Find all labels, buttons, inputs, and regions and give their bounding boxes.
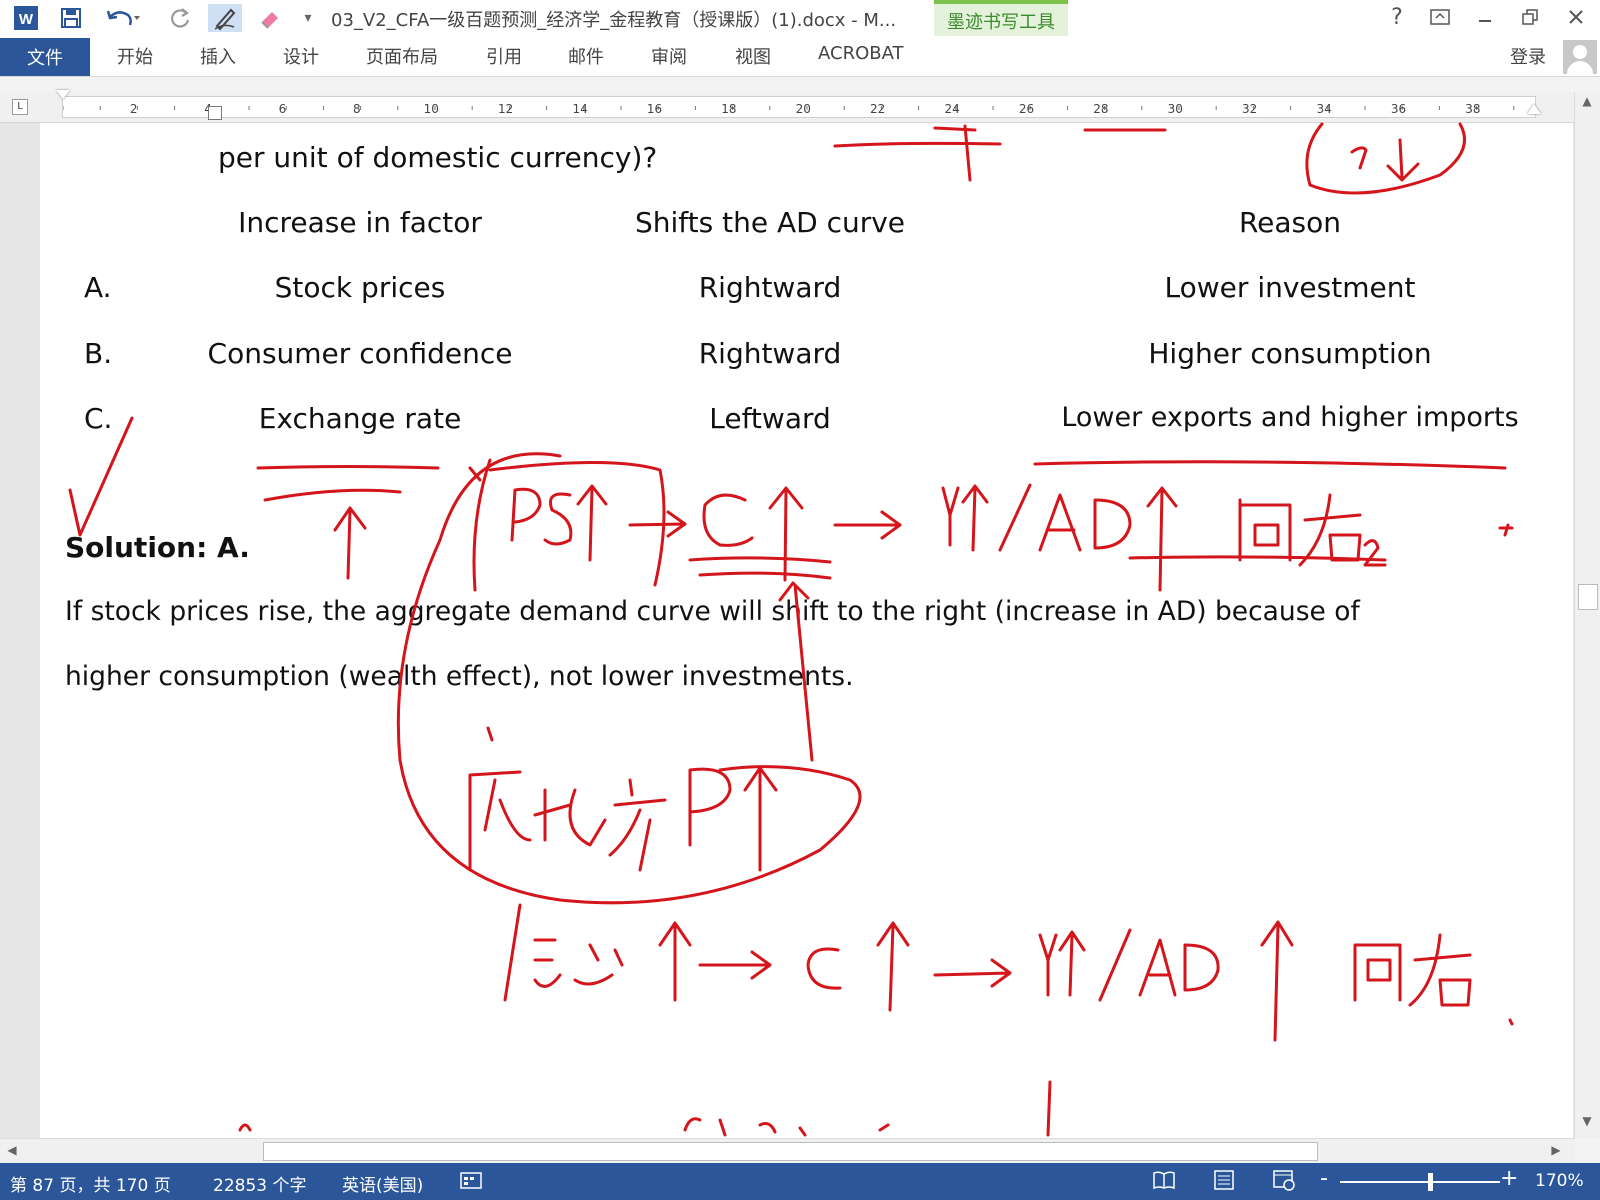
option-a-shift: Rightward <box>698 271 842 304</box>
zoom-level[interactable]: 170% <box>1535 1171 1584 1191</box>
ribbon-display-options-icon[interactable] <box>1420 2 1460 32</box>
minimize-icon[interactable] <box>1465 2 1505 32</box>
tab-references[interactable]: 引用 <box>486 43 522 69</box>
restore-icon[interactable] <box>1510 2 1550 32</box>
title-bar: W ▾ 03_V2_CFA一级百题预测_经济学_金程教育（授课版）(1).doc… <box>0 0 1600 36</box>
ruler-label: 34 <box>1316 102 1331 116</box>
first-line-indent-marker[interactable] <box>56 90 70 99</box>
redo-icon[interactable] <box>165 4 195 32</box>
word-app-icon[interactable]: W <box>10 4 42 32</box>
word-count[interactable]: 22853 个字 <box>213 1171 306 1196</box>
user-avatar[interactable] <box>1563 40 1597 74</box>
tab-file[interactable]: 文件 <box>0 38 90 76</box>
zoom-out-button[interactable]: - <box>1320 1166 1328 1191</box>
vertical-scrollbar[interactable]: ▲ ▼ <box>1574 92 1600 1138</box>
option-a-letter: A. <box>84 271 112 304</box>
ruler-label: 10 <box>424 102 439 116</box>
status-bar: 第 87 页，共 170 页 22853 个字 英语(美国) - + 170% <box>0 1163 1600 1200</box>
zoom-in-button[interactable]: + <box>1500 1166 1518 1191</box>
ruler-label: 32 <box>1242 102 1257 116</box>
tab-insert[interactable]: 插入 <box>200 43 236 69</box>
undo-icon[interactable] <box>103 4 143 32</box>
save-icon[interactable] <box>56 4 86 32</box>
login-link[interactable]: 登录 <box>1510 43 1546 69</box>
explanation-line-2: higher consumption (wealth effect), not … <box>65 661 854 692</box>
tab-home[interactable]: 开始 <box>117 43 153 69</box>
ruler-label: 28 <box>1093 102 1108 116</box>
ruler-label: 26 <box>1019 102 1034 116</box>
ruler-label: 6 <box>279 102 287 116</box>
option-c-reason: Lower exports and higher imports <box>1061 402 1519 433</box>
scroll-down-icon[interactable]: ▼ <box>1579 1114 1595 1130</box>
scroll-left-icon[interactable]: ◀ <box>4 1143 20 1159</box>
option-a-factor: Stock prices <box>274 271 446 304</box>
document-area: per unit of domestic currency)? Increase… <box>0 123 1600 1138</box>
ruler-label: 20 <box>796 102 811 116</box>
window-title: 03_V2_CFA一级百题预测_经济学_金程教育（授课版）(1).docx - … <box>331 10 897 31</box>
customize-qat-icon[interactable]: ▾ <box>298 4 318 32</box>
option-b-reason: Higher consumption <box>1148 337 1432 370</box>
hanging-indent-marker[interactable] <box>208 106 222 120</box>
scroll-right-icon[interactable]: ▶ <box>1548 1143 1564 1159</box>
horizontal-scroll-thumb[interactable] <box>263 1142 1318 1161</box>
horizontal-ruler[interactable]: L 246810121416182022242628303234363840 <box>0 90 1600 123</box>
document-page[interactable]: per unit of domestic currency)? Increase… <box>40 123 1573 1138</box>
tab-selector-icon[interactable]: L <box>12 99 28 115</box>
ruler-ticks: 246810121416182022242628303234363840 <box>63 102 1515 116</box>
ruler-label: 14 <box>572 102 587 116</box>
scroll-up-icon[interactable]: ▲ <box>1579 94 1595 110</box>
ruler-label: 16 <box>647 102 662 116</box>
tab-review[interactable]: 审阅 <box>651 43 687 69</box>
option-a-reason: Lower investment <box>1164 271 1416 304</box>
option-b-factor: Consumer confidence <box>207 337 513 370</box>
horizontal-scrollbar[interactable]: ◀ ▶ <box>0 1138 1575 1164</box>
ruler-label: 22 <box>870 102 885 116</box>
option-c-shift: Leftward <box>709 402 831 435</box>
ruler-label: 36 <box>1391 102 1406 116</box>
option-b-shift: Rightward <box>698 337 842 370</box>
zoom-slider-track[interactable] <box>1340 1181 1500 1183</box>
table-header-factor: Increase in factor <box>238 206 482 239</box>
page-counter[interactable]: 第 87 页，共 170 页 <box>10 1171 171 1196</box>
print-layout-icon[interactable] <box>1212 1169 1236 1196</box>
close-icon[interactable] <box>1556 2 1596 32</box>
tab-view[interactable]: 视图 <box>735 43 771 69</box>
language-indicator[interactable]: 英语(美国) <box>342 1171 423 1196</box>
ruler-label: 12 <box>498 102 513 116</box>
help-icon[interactable]: ? <box>1377 2 1417 32</box>
explanation-line-1: If stock prices rise, the aggregate dema… <box>65 596 1360 627</box>
option-c-letter: C. <box>84 402 113 435</box>
ruler-label: 2 <box>130 102 138 116</box>
tab-acrobat[interactable]: ACROBAT <box>818 43 904 64</box>
tab-mailings[interactable]: 邮件 <box>568 43 604 69</box>
table-header-reason: Reason <box>1238 206 1342 239</box>
eraser-icon[interactable] <box>255 4 285 32</box>
option-b-letter: B. <box>84 337 113 370</box>
question-text: per unit of domestic currency)? <box>218 141 658 174</box>
tab-design[interactable]: 设计 <box>283 43 319 69</box>
web-layout-icon[interactable] <box>1272 1169 1296 1196</box>
vertical-scroll-thumb[interactable] <box>1578 584 1598 610</box>
ruler-label: 24 <box>944 102 959 116</box>
pen-tool-icon[interactable] <box>208 4 242 32</box>
ruler-label: 30 <box>1168 102 1183 116</box>
zoom-slider-thumb[interactable] <box>1428 1173 1433 1191</box>
svg-text:W: W <box>19 11 34 28</box>
table-header-shift: Shifts the AD curve <box>634 206 906 239</box>
ruler-strip: 246810121416182022242628303234363840 <box>62 96 1536 118</box>
ruler-label: 18 <box>721 102 736 116</box>
option-c-factor: Exchange rate <box>258 402 462 435</box>
ink-tools-title: 墨迹书写工具 <box>947 12 1055 33</box>
ruler-label: 8 <box>353 102 361 116</box>
right-indent-marker[interactable] <box>1527 104 1541 114</box>
tab-page-layout[interactable]: 页面布局 <box>366 43 438 69</box>
macro-recording-icon[interactable] <box>460 1170 482 1195</box>
read-mode-icon[interactable] <box>1152 1169 1176 1196</box>
ribbon-tab-bar <box>0 36 1600 77</box>
solution-title: Solution: A. <box>65 531 250 564</box>
ruler-label: 38 <box>1465 102 1480 116</box>
